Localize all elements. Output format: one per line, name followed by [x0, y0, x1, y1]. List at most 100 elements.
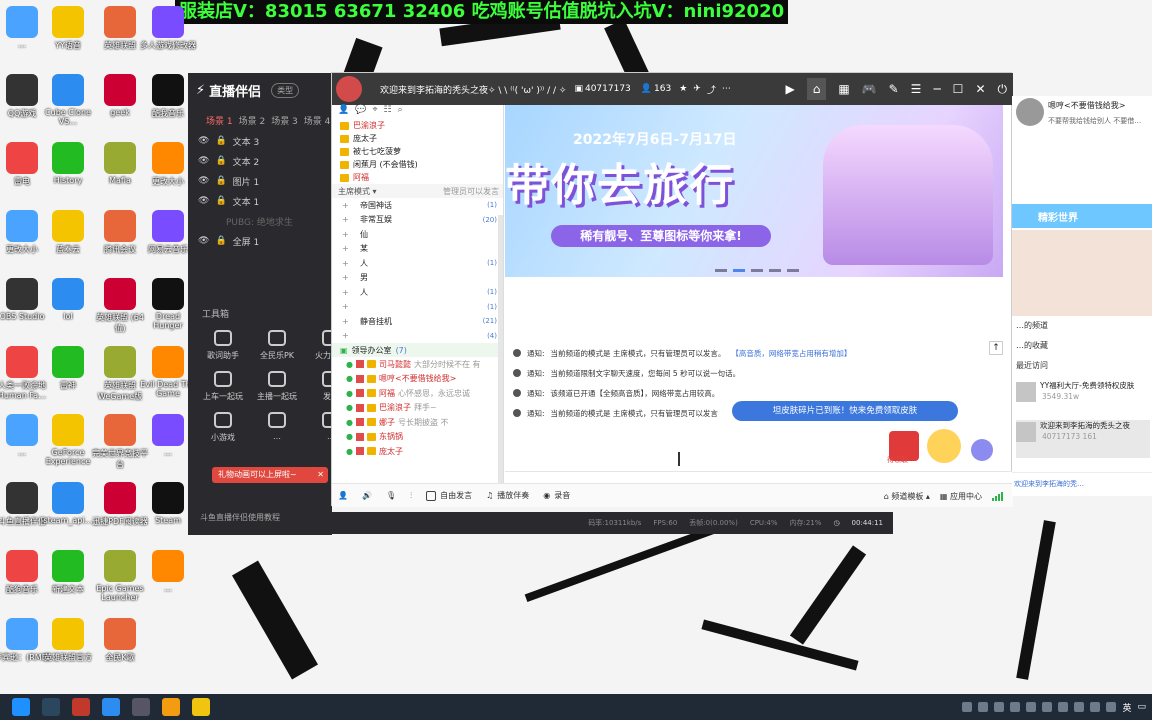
tray-icon[interactable] — [962, 702, 973, 712]
member-row[interactable]: ● 娜子 号长期披盗 不 — [332, 415, 503, 430]
channel-tree-row[interactable]: + 男 — [332, 271, 503, 286]
app-center-button[interactable]: ▦ 应用中心 — [940, 491, 982, 502]
channel-tree-row[interactable]: + 帝国神话 (1) — [332, 198, 503, 213]
expand-icon[interactable]: + — [342, 331, 352, 340]
lock-icon[interactable]: 🔒 — [215, 196, 226, 206]
carousel-dot[interactable] — [787, 269, 799, 272]
steam-icon[interactable] — [42, 698, 60, 716]
free-speak-button[interactable]: 自由发言 — [426, 490, 472, 501]
channel-tree-row[interactable]: + (4) — [332, 329, 503, 344]
expand-icon[interactable]: + — [342, 273, 352, 282]
maximize-icon[interactable]: ☐ — [953, 82, 964, 96]
sidebar-scrollbar[interactable] — [498, 215, 503, 495]
channel-tree-row[interactable]: + 人 (1) — [332, 285, 503, 300]
source-item[interactable]: 👁 🔒 文本 3 — [188, 131, 332, 151]
tool-lyrics[interactable]: 歌词助手 — [196, 330, 250, 361]
featured-image[interactable] — [1012, 230, 1152, 316]
gamepad-icon[interactable]: 🎮 — [862, 82, 877, 96]
eye-icon[interactable]: 👁 — [198, 136, 209, 146]
tray-icon[interactable] — [1058, 702, 1069, 712]
mic-button[interactable]: 🎙 — [386, 491, 396, 500]
member-row[interactable]: ● 东锅锅 — [332, 430, 503, 445]
user-row[interactable]: 庞太子 — [332, 132, 503, 145]
lock-icon[interactable]: 🔒 — [215, 136, 226, 146]
avatar-button[interactable]: 👤 — [338, 491, 348, 500]
source-item[interactable]: 👁 🔒 文本 2 — [188, 151, 332, 171]
desktop-icon[interactable]: lol — [40, 278, 96, 321]
source-item[interactable]: PUBG: 绝地求生 — [188, 211, 332, 231]
gift-animation-tip[interactable]: 礼物动画可以上屏啦~ ✕ — [212, 467, 328, 483]
app-icon[interactable] — [72, 698, 90, 716]
tutorial-link[interactable]: 斗鱼直播伴侣使用教程 — [200, 512, 280, 523]
pin-icon[interactable] — [132, 698, 150, 716]
desktop-icon[interactable]: 全民K歌 — [92, 618, 148, 663]
source-item[interactable]: 👁 🔒 文本 1 — [188, 191, 332, 211]
tool-play-together[interactable]: 主播一起玩 — [250, 371, 304, 402]
plane-icon[interactable]: ✈ — [693, 84, 701, 94]
expand-icon[interactable]: + — [342, 259, 352, 268]
lock-icon[interactable]: 🔒 — [215, 156, 226, 166]
eye-icon[interactable]: 👁 — [198, 156, 209, 166]
location-icon[interactable]: ⌖ — [372, 105, 377, 119]
lock-icon[interactable]: 🔒 — [215, 236, 226, 246]
tray-icon[interactable] — [978, 702, 989, 712]
power-icon[interactable]: ⏻ — [998, 82, 1008, 97]
expand-icon[interactable]: + — [342, 317, 352, 326]
carousel-dot[interactable] — [751, 269, 763, 272]
notice-link[interactable]: 【高音质，网络带宽占用稍有增加】 — [731, 348, 851, 359]
tray-icon[interactable] — [1090, 702, 1101, 712]
room-header[interactable]: ▣ 领导办公室 (7) — [332, 343, 503, 357]
gear-icon[interactable] — [971, 439, 993, 461]
tool-ride[interactable]: 上车一起玩 — [196, 371, 250, 402]
more-icon[interactable]: ⋯ — [722, 84, 731, 94]
desktop-icon[interactable]: 多人游戏修改器 — [140, 6, 196, 51]
tray-icon[interactable] — [1026, 702, 1037, 712]
channel-tree-row[interactable]: + 非常互娱 (20) — [332, 213, 503, 228]
yy-icon[interactable] — [192, 698, 210, 716]
tray-icon[interactable] — [1074, 702, 1085, 712]
input-language[interactable]: 英 — [1122, 701, 1131, 714]
member-row[interactable]: ● 阿福 心怀感恩，永远忠诚 — [332, 386, 503, 401]
channel-tree-row[interactable]: + 仙 — [332, 227, 503, 242]
tab-scene-3[interactable]: 场景 3 — [271, 114, 298, 127]
recent-visits-link[interactable]: 最近访问 — [1016, 360, 1048, 371]
type-button[interactable]: 类型 — [271, 82, 300, 98]
close-icon[interactable]: ✕ — [317, 467, 324, 483]
member-row[interactable]: ● 嗯哼<不要借钱给我> — [332, 372, 503, 387]
tab-scene-1[interactable]: 场景 1 — [206, 114, 233, 127]
avatar[interactable] — [1016, 98, 1044, 126]
user-row[interactable]: 巴渝浪子 — [332, 119, 503, 132]
my-channels-link[interactable]: …的频道 — [1016, 320, 1048, 331]
tray-icon[interactable] — [994, 702, 1005, 712]
channel-tree-row[interactable]: + 静音挂机 (21) — [332, 314, 503, 329]
channel-tree-row[interactable]: + 某 — [332, 242, 503, 257]
search-icon[interactable]: ⌕ — [398, 105, 403, 119]
user-row[interactable]: 闲蕉月 (不会借钱) — [332, 158, 503, 171]
chat-icon[interactable]: 💬 — [355, 105, 366, 119]
lock-icon[interactable]: 🔒 — [215, 176, 226, 186]
member-row[interactable]: ● 庞太子 — [332, 444, 503, 459]
carousel-dot[interactable] — [769, 269, 781, 272]
desktop-icon[interactable]: YY语音 — [40, 6, 96, 51]
video-icon[interactable]: ▶ — [785, 82, 794, 96]
list-icon[interactable]: ☷ — [384, 105, 392, 119]
grid-icon[interactable]: ▦ — [838, 82, 849, 96]
star-icon[interactable]: ★ — [679, 84, 687, 94]
carousel-dots[interactable] — [715, 269, 799, 272]
template-button[interactable]: ⌂ 频道模板 ▴ — [884, 491, 930, 502]
edge-icon[interactable] — [12, 698, 30, 716]
carousel-dot[interactable] — [715, 269, 727, 272]
record-button[interactable]: ◉ 录音 — [543, 490, 570, 501]
equalizer-button[interactable]: ⫶ — [410, 491, 412, 501]
carousel-dot[interactable] — [733, 269, 745, 272]
user-row[interactable]: 被七七吃菠萝 — [332, 145, 503, 158]
tool-pk[interactable]: 全民乐PK — [250, 330, 304, 361]
eye-icon[interactable]: 👁 — [198, 176, 209, 186]
desktop-icon[interactable]: Cube Clone VS… — [40, 74, 96, 126]
home-icon[interactable]: ⌂ — [806, 78, 827, 100]
desktop-icon[interactable]: GeForce Experience — [40, 414, 96, 466]
eye-icon[interactable]: 👁 — [198, 196, 209, 206]
desktop-icon[interactable]: 新建文本 — [40, 550, 96, 595]
desktop-icon[interactable]: steam_api… — [40, 482, 96, 525]
desktop-icon[interactable]: 蓝奏云 — [40, 210, 96, 255]
